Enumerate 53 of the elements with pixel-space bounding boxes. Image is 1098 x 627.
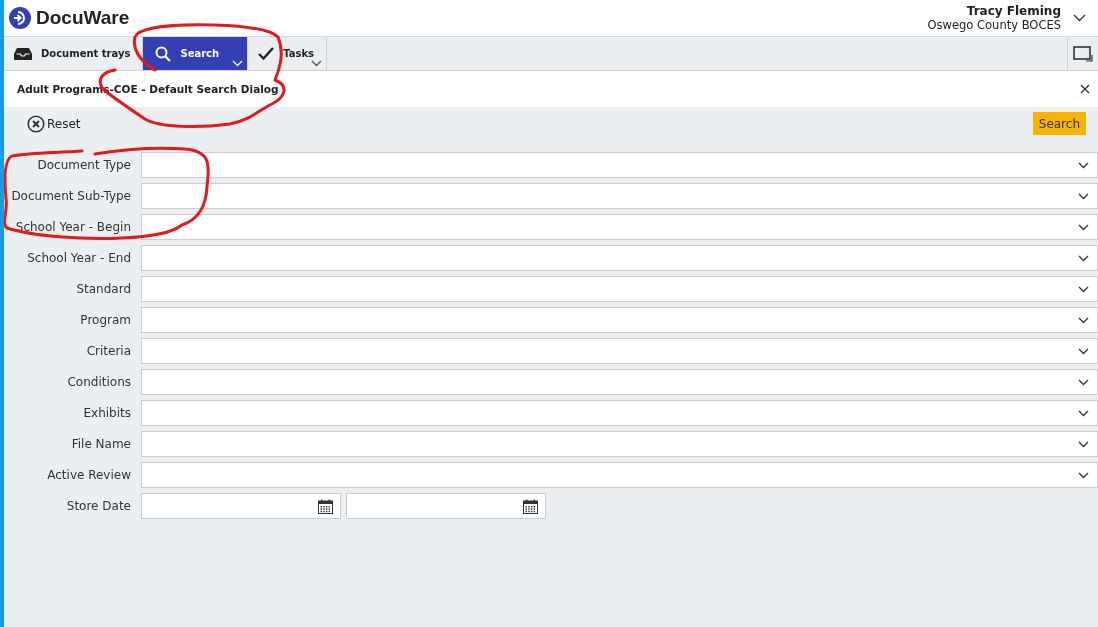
dropdown-field[interactable]	[141, 152, 1098, 178]
organization-name: Oswego County BOCES	[927, 18, 1061, 32]
field-label: Document Sub-Type	[10, 189, 131, 203]
dropdown-field[interactable]	[141, 462, 1098, 488]
search-button[interactable]: Search	[1032, 112, 1086, 135]
inbox-tray-icon	[14, 46, 32, 61]
chevron-down-icon	[1078, 316, 1089, 324]
chevron-down-icon	[1078, 192, 1089, 200]
window-icon[interactable]	[1073, 45, 1093, 62]
nav-tab[interactable]: Tasks	[248, 37, 327, 70]
field-label: Program	[79, 313, 131, 327]
dropdown-field[interactable]	[141, 400, 1098, 426]
chevron-down-icon	[1078, 440, 1089, 448]
field-label: Criteria	[85, 344, 131, 358]
field-label: Standard	[75, 282, 131, 296]
field-label: School Year - End	[26, 251, 131, 265]
chevron-down-icon	[1078, 409, 1089, 417]
user-name: Tracy Fleming	[966, 4, 1061, 18]
chevron-down-icon	[1078, 161, 1089, 169]
app-logo: DocuWare	[36, 7, 130, 29]
chevron-down-icon	[1078, 285, 1089, 293]
calendar-icon[interactable]	[318, 498, 333, 514]
logo-icon	[9, 7, 31, 29]
dropdown-field[interactable]	[141, 338, 1098, 364]
dropdown-field[interactable]	[141, 245, 1098, 271]
chevron-down-icon	[1078, 347, 1089, 355]
reset-button[interactable]: Reset	[27, 114, 81, 133]
dropdown-field[interactable]	[141, 307, 1098, 333]
field-label: School Year - Begin	[14, 220, 131, 234]
field-label: File Name	[70, 437, 131, 451]
chevron-down-icon	[1078, 254, 1089, 262]
dropdown-field[interactable]	[141, 276, 1098, 302]
dropdown-field[interactable]	[141, 214, 1098, 240]
close-icon[interactable]	[1080, 84, 1090, 94]
clear-icon	[27, 114, 45, 133]
dropdown-field[interactable]	[141, 431, 1098, 457]
chevron-down-icon	[1078, 223, 1089, 231]
chevron-down-icon[interactable]	[1073, 14, 1086, 22]
field-label: Active Review	[46, 468, 131, 482]
dropdown-field[interactable]	[141, 369, 1098, 395]
chevron-down-icon	[1078, 378, 1089, 386]
field-label: Exhibits	[82, 406, 131, 420]
dropdown-field[interactable]	[141, 183, 1098, 209]
date-field[interactable]	[141, 493, 341, 519]
chevron-down-icon	[1078, 471, 1089, 479]
field-label: Store Date	[65, 499, 131, 513]
nav-tab[interactable]: Search	[143, 37, 249, 70]
field-label: Document Type	[36, 158, 131, 172]
date-field[interactable]	[346, 493, 546, 519]
checkmark-icon	[258, 47, 275, 60]
search-icon	[155, 45, 172, 62]
calendar-icon[interactable]	[523, 498, 538, 514]
field-label: Conditions	[66, 375, 131, 389]
